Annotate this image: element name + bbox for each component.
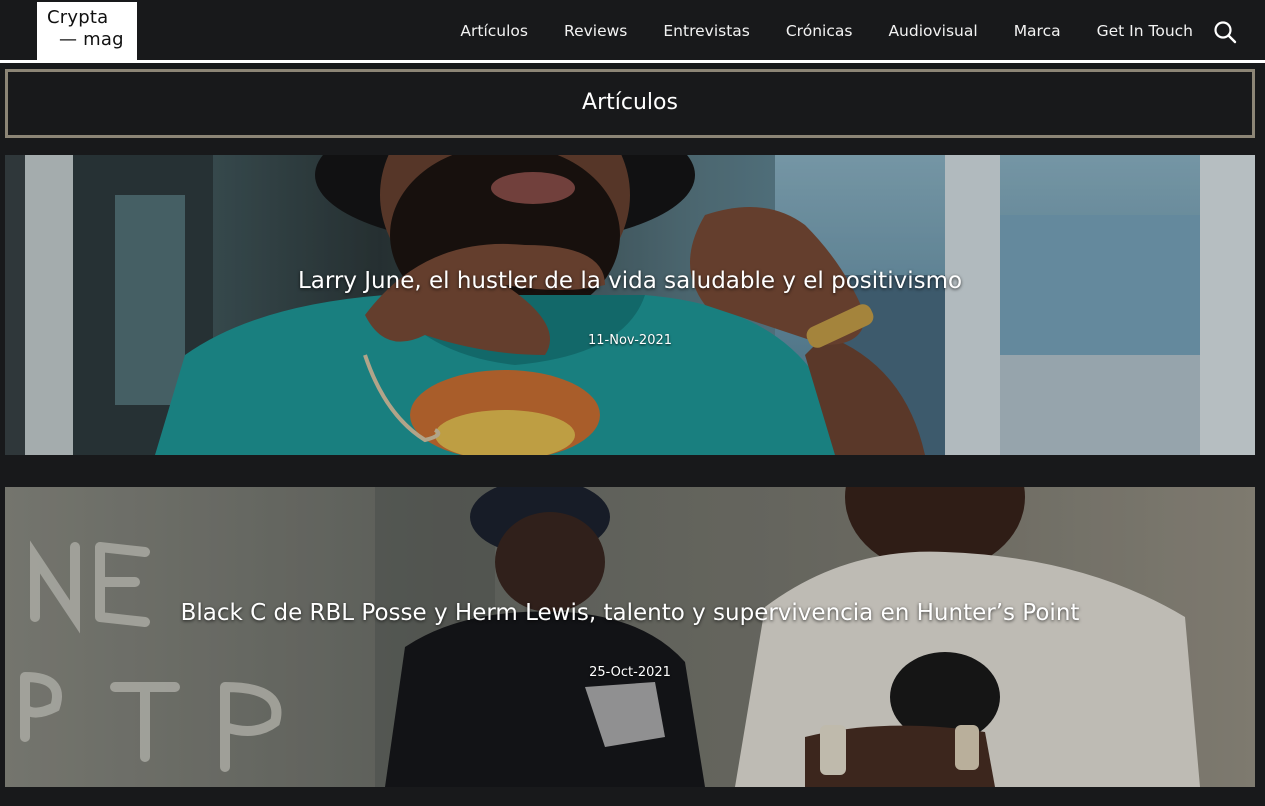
search-button[interactable] [1213, 20, 1237, 44]
nav-item-audiovisual[interactable]: Audiovisual [888, 22, 977, 40]
header-divider [0, 60, 1265, 63]
main-nav: Artículos Reviews Entrevistas Crónicas A… [460, 19, 1193, 43]
section-title: Artículos [582, 89, 678, 115]
search-icon [1214, 21, 1237, 44]
card-overlay [5, 487, 1255, 787]
article-title[interactable]: Black C de RBL Posse y Herm Lewis, talen… [5, 600, 1255, 626]
site-header: Crypta — mag Artículos Reviews Entrevist… [0, 0, 1265, 61]
nav-item-get-in-touch[interactable]: Get In Touch [1097, 22, 1193, 40]
article-date: 25-Oct-2021 [589, 665, 671, 680]
nav-item-articulos[interactable]: Artículos [460, 22, 528, 40]
article-title[interactable]: Larry June, el hustler de la vida saluda… [5, 268, 1255, 294]
section-heading-box: Artículos [5, 69, 1255, 138]
article-card[interactable]: Black C de RBL Posse y Herm Lewis, talen… [5, 487, 1255, 787]
article-card[interactable]: Larry June, el hustler de la vida saluda… [5, 155, 1255, 455]
nav-item-marca[interactable]: Marca [1014, 22, 1061, 40]
logo-line-1: Crypta [47, 7, 109, 28]
nav-item-cronicas[interactable]: Crónicas [786, 22, 853, 40]
card-overlay [5, 155, 1255, 455]
nav-item-entrevistas[interactable]: Entrevistas [663, 22, 749, 40]
logo-line-2: — mag [59, 29, 124, 50]
nav-item-reviews[interactable]: Reviews [564, 22, 627, 40]
site-logo[interactable]: Crypta — mag [37, 2, 137, 60]
article-date: 11-Nov-2021 [587, 333, 673, 348]
